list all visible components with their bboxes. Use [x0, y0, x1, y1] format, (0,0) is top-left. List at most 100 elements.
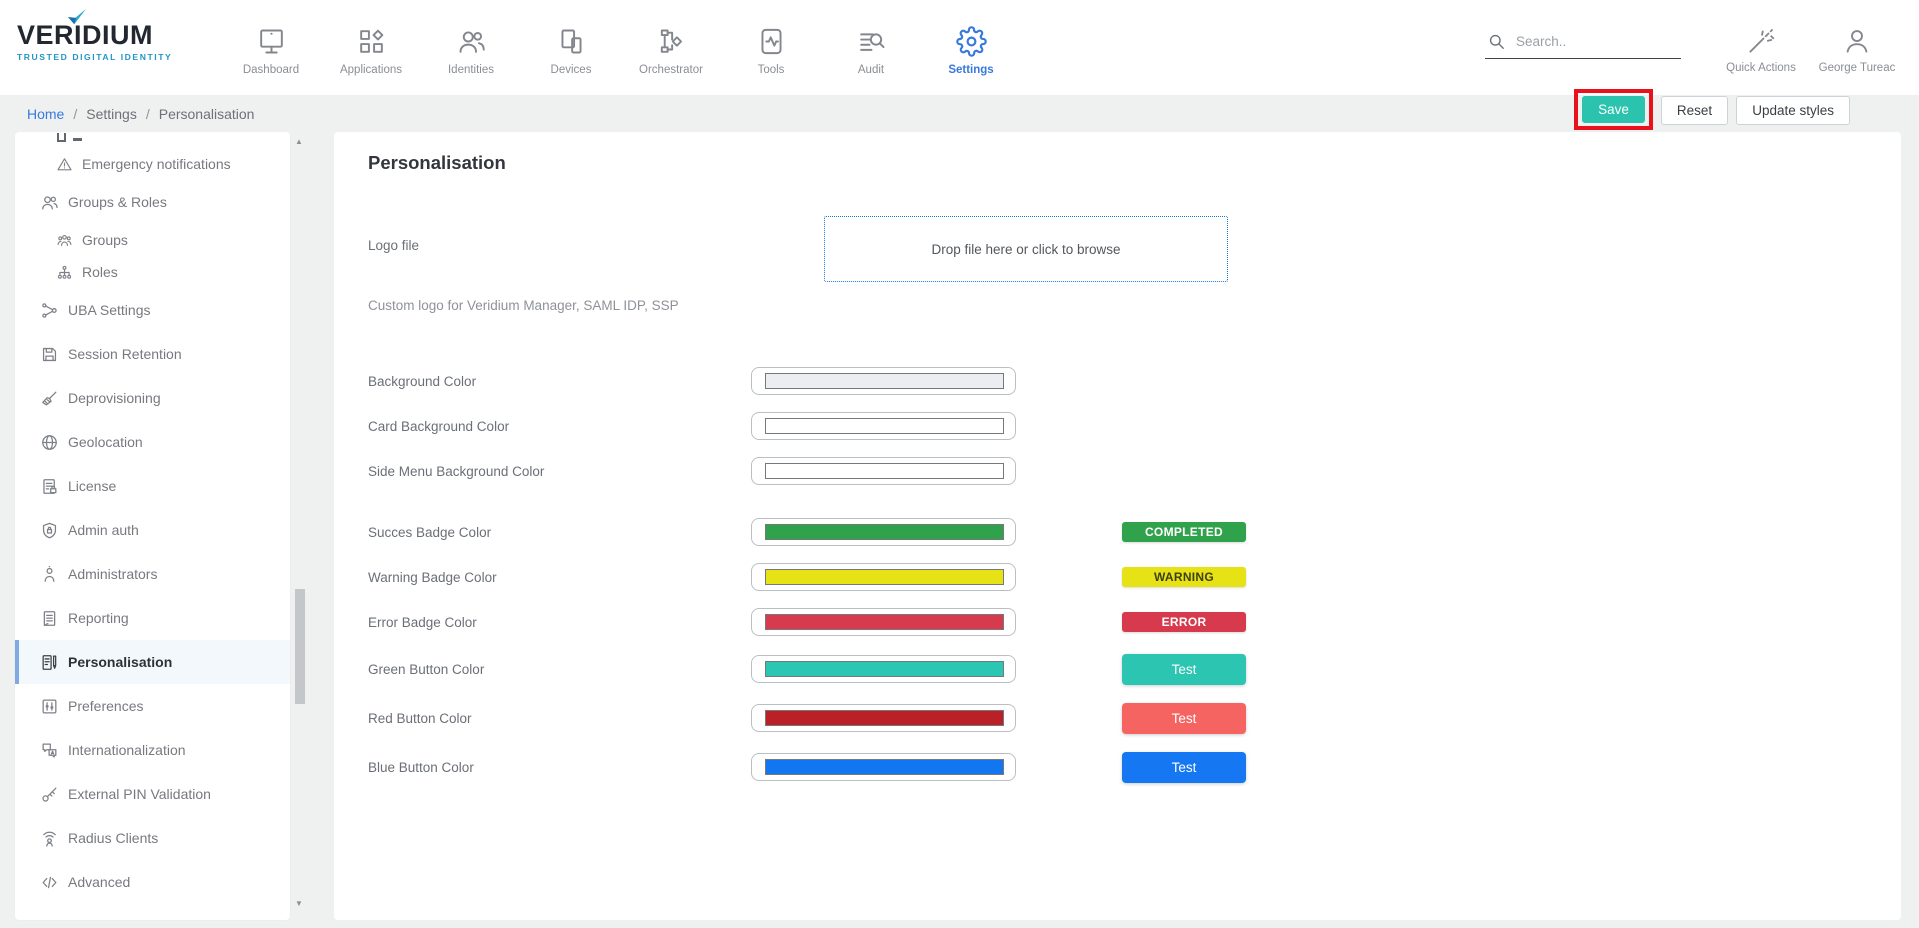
nav-item-settings[interactable]: Settings [921, 0, 1021, 95]
color-swatch-input-red-button-color[interactable] [751, 704, 1016, 732]
search-input[interactable] [1516, 34, 1656, 49]
color-swatch-input-background-color[interactable] [751, 367, 1016, 395]
color-field-label: Card Background Color [368, 419, 751, 434]
devices-icon [556, 26, 587, 57]
breadcrumb-current-page: Personalisation [159, 106, 255, 122]
color-field-row-red-button-color: Red Button ColorTest [368, 698, 1901, 738]
status-badge-preview-warning-badge-color: WARNING [1122, 567, 1246, 587]
update-styles-button[interactable]: Update styles [1736, 96, 1850, 125]
sidebar-item-groups-roles[interactable]: Groups & Roles [15, 180, 290, 224]
sidebar-item-label: Deprovisioning [68, 390, 161, 406]
settings-sidebar-wrap: Emergency notifications Groups & RolesGro… [15, 132, 290, 920]
preview-cell: Test [1122, 654, 1246, 685]
color-field-row-side-menu-background-color: Side Menu Background Color [368, 453, 1901, 489]
sidebar-item-label: License [68, 478, 116, 494]
sidebar-item-label: UBA Settings [68, 302, 151, 318]
sidebar-item-groups[interactable]: Groups [15, 224, 290, 256]
sidebar-item-external-pin-validation[interactable]: External PIN Validation [15, 772, 290, 816]
logo-dropzone[interactable]: Drop file here or click to browse [824, 216, 1228, 282]
user-menu[interactable]: George Tureac [1809, 22, 1905, 74]
settings-sidebar: Emergency notifications Groups & RolesGro… [15, 132, 290, 920]
nav-item-identities[interactable]: Identities [421, 0, 521, 95]
scrollbar-thumb[interactable] [295, 589, 305, 704]
sidebar-item-internationalization[interactable]: Internationalization [15, 728, 290, 772]
color-swatch-input-blue-button-color[interactable] [751, 753, 1016, 781]
clipped-menu-item [15, 136, 290, 148]
nav-item-orchestrator[interactable]: Orchestrator [621, 0, 721, 95]
users-icon [40, 193, 59, 212]
veridium-logo[interactable]: VERIDIUM TRUSTED DIGITAL IDENTITY [0, 0, 195, 95]
sidebar-item-session-retention[interactable]: Session Retention [15, 332, 290, 376]
broadcast-person-icon [40, 829, 59, 848]
color-swatch-input-warning-badge-color[interactable] [751, 563, 1016, 591]
sidebar-item-geolocation[interactable]: Geolocation [15, 420, 290, 464]
sidebar-item-radius-clients[interactable]: Radius Clients [15, 816, 290, 860]
preview-cell: WARNING [1122, 567, 1246, 587]
identities-icon [456, 26, 487, 57]
color-swatch-input-side-menu-background-color[interactable] [751, 457, 1016, 485]
save-button[interactable]: Save [1582, 96, 1645, 123]
nav-item-devices[interactable]: Devices [521, 0, 621, 95]
sidebar-item-administrators[interactable]: Administrators [15, 552, 290, 596]
sidebar-item-label: Personalisation [68, 654, 172, 670]
sidebar-item-personalisation[interactable]: Personalisation [15, 640, 290, 684]
sidebar-item-label: Emergency notifications [82, 156, 231, 172]
nav-item-dashboard[interactable]: Dashboard [221, 0, 321, 95]
sidebar-item-label: Reporting [68, 610, 129, 626]
nav-item-tools[interactable]: Tools [721, 0, 821, 95]
test-button-preview-red-button-color[interactable]: Test [1122, 703, 1246, 734]
app-root: VERIDIUM TRUSTED DIGITAL IDENTITY Dashbo… [0, 0, 1919, 928]
nav-item-label: Applications [340, 64, 402, 76]
user-name-label: George Tureac [1819, 62, 1896, 74]
color-swatch-input-succes-badge-color[interactable] [751, 518, 1016, 546]
sidebar-item-label: Geolocation [68, 434, 143, 450]
test-button-preview-green-button-color[interactable]: Test [1122, 654, 1246, 685]
sidebar-item-label: Administrators [68, 566, 157, 582]
breadcrumb-home-link[interactable]: Home [27, 106, 64, 122]
nav-item-label: Identities [448, 64, 494, 76]
user-avatar-icon [1842, 26, 1872, 56]
sidebar-item-admin-auth[interactable]: Admin auth [15, 508, 290, 552]
quick-actions-button[interactable]: Quick Actions [1713, 22, 1809, 74]
warning-triangle-icon [56, 156, 73, 173]
orchestrator-icon [656, 26, 687, 57]
nav-item-label: Tools [758, 64, 785, 76]
color-swatch-input-card-background-color[interactable] [751, 412, 1016, 440]
breadcrumb-settings-link[interactable]: Settings [86, 106, 137, 122]
color-swatch-input-error-badge-color[interactable] [751, 608, 1016, 636]
translate-icon [40, 741, 59, 760]
sidebar-item-label: Roles [82, 264, 118, 280]
sidebar-item-reporting[interactable]: Reporting [15, 596, 290, 640]
sidebar-item-label: Preferences [68, 698, 143, 714]
quick-actions-label: Quick Actions [1726, 62, 1796, 74]
dropzone-text: Drop file here or click to browse [931, 242, 1120, 257]
color-swatch-value [765, 661, 1004, 677]
color-field-label: Warning Badge Color [368, 570, 751, 585]
scroll-down-arrow[interactable]: ▼ [295, 900, 303, 908]
content-area: Emergency notifications Groups & RolesGro… [0, 132, 1919, 928]
nav-item-applications[interactable]: Applications [321, 0, 421, 95]
search-icon [1487, 32, 1506, 51]
floppy-disk-icon [40, 345, 59, 364]
sidebar-item-preferences[interactable]: Preferences [15, 684, 290, 728]
color-field-label: Succes Badge Color [368, 525, 751, 540]
color-swatch-input-green-button-color[interactable] [751, 655, 1016, 683]
sidebar-item-emergency-notifications[interactable]: Emergency notifications [15, 148, 290, 180]
administrator-icon [40, 565, 59, 584]
nav-item-audit[interactable]: Audit [821, 0, 921, 95]
sidebar-item-advanced[interactable]: Advanced [15, 860, 290, 904]
color-swatch-value [765, 418, 1004, 434]
status-badge-preview-error-badge-color: ERROR [1122, 612, 1246, 632]
code-icon [40, 873, 59, 892]
sidebar-item-uba-settings[interactable]: UBA Settings [15, 288, 290, 332]
sidebar-item-roles[interactable]: Roles [15, 256, 290, 288]
clipped-icon-fragment [73, 138, 82, 141]
reset-button[interactable]: Reset [1661, 96, 1728, 125]
color-field-row-blue-button-color: Blue Button ColorTest [368, 747, 1901, 787]
settings-gear-icon [956, 26, 987, 57]
scroll-up-arrow[interactable]: ▲ [295, 138, 303, 146]
test-button-preview-blue-button-color[interactable]: Test [1122, 752, 1246, 783]
sidebar-item-license[interactable]: License [15, 464, 290, 508]
color-field-label: Green Button Color [368, 662, 751, 677]
sidebar-item-deprovisioning[interactable]: Deprovisioning [15, 376, 290, 420]
